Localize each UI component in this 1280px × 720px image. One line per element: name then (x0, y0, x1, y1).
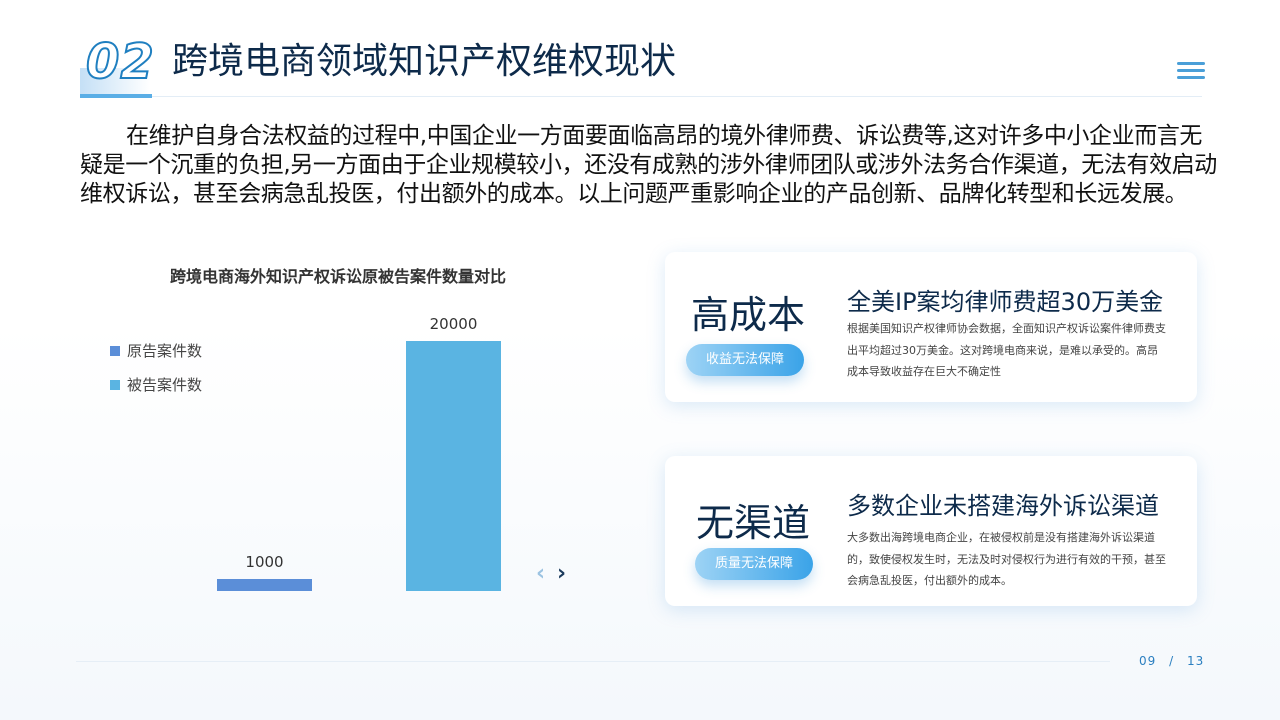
chart-next-button[interactable]: › (557, 561, 566, 586)
total-pages: 13 (1186, 654, 1205, 668)
section-underline (80, 94, 152, 98)
card-heading: 全美IP案均律师费超30万美金 (847, 288, 1164, 316)
menu-icon[interactable] (1177, 62, 1205, 84)
data-label-defendant: 20000 (429, 315, 478, 333)
page-separator: / (1169, 654, 1175, 668)
slide-header: 02 跨境电商领域知识产权维权现状 (80, 30, 1210, 100)
page-title: 跨境电商领域知识产权维权现状 (172, 41, 677, 82)
card-tag: 质量无法保障 (695, 548, 813, 580)
card-big-label: 无渠道 (696, 501, 811, 545)
intro-paragraph: 在维护自身合法权益的过程中,中国企业一方面要面临高昂的境外律师费、诉讼费等,这对… (80, 123, 1217, 207)
header-divider (152, 96, 1202, 97)
current-page: 09 (1139, 654, 1157, 668)
footer-divider (76, 661, 1110, 662)
card-description: 根据美国知识产权律师协会数据，全面知识产权诉讼案件律师费支出平均超过30万美金。… (847, 322, 1166, 378)
data-label-plaintiff: 1000 (245, 552, 284, 571)
chart-title: 跨境电商海外知识产权诉讼原被告案件数量对比 (170, 267, 507, 286)
card-no-channel: 无渠道 质量无法保障 多数企业未搭建海外诉讼渠道 大多数出海跨境电商企业，在被侵… (665, 456, 1197, 606)
card-heading: 多数企业未搭建海外诉讼渠道 (847, 492, 1159, 520)
legend-item-defendant: 被告案件数 (110, 374, 202, 395)
legend-label-defendant: 被告案件数 (127, 376, 203, 394)
bar-chart: 跨境电商海外知识产权诉讼原被告案件数量对比 原告案件数 被告案件数 1000 2… (100, 255, 600, 605)
page-indicator: 09 / 13 (1139, 654, 1204, 668)
card-high-cost: 高成本 收益无法保障 全美IP案均律师费超30万美金 根据美国知识产权律师协会数… (665, 252, 1197, 402)
card-big-label: 高成本 (691, 293, 806, 337)
legend-swatch-defendant (110, 379, 120, 390)
legend-item-plaintiff: 原告案件数 (110, 340, 202, 361)
card-description: 大多数出海跨境电商企业，在被侵权前是没有搭建海外诉讼渠道的，致使侵权发生时，无法… (847, 531, 1166, 587)
bar-defendant (406, 341, 501, 591)
card-tag: 收益无法保障 (686, 344, 804, 376)
chart-prev-button[interactable]: ‹ (536, 561, 545, 586)
legend-swatch-plaintiff (110, 345, 120, 356)
legend-label-plaintiff: 原告案件数 (127, 342, 203, 360)
bar-plaintiff (217, 578, 312, 591)
section-number: 02 (85, 33, 155, 91)
